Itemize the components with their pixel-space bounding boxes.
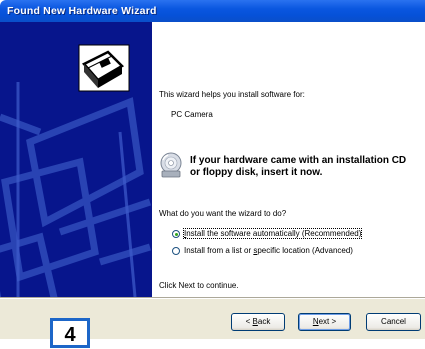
cd-notice-line2: or floppy disk, insert it now. (190, 167, 323, 178)
wizard-banner (0, 22, 152, 297)
wizard-question: What do you want the wizard to do? (159, 209, 287, 218)
intro-text: This wizard helps you install software f… (159, 90, 305, 99)
step-badge: 4 (50, 318, 90, 348)
cancel-button[interactable]: Cancel (366, 313, 421, 331)
option-install-from-list-label[interactable]: Install from a list or specific location… (184, 246, 353, 255)
cd-notice-line1: If your hardware came with an installati… (190, 155, 407, 166)
cd-icon (160, 152, 182, 178)
continue-hint: Click Next to continue. (159, 281, 239, 290)
hardware-card-icon (78, 44, 130, 92)
option-install-automatically-label[interactable]: Install the software automatically (Reco… (182, 228, 363, 239)
divider (0, 297, 425, 299)
next-button[interactable]: Next > (298, 313, 351, 331)
window-title: Found New Hardware Wizard (7, 5, 157, 17)
device-name: PC Camera (171, 110, 213, 119)
radio-install-automatically[interactable] (172, 230, 180, 238)
radio-install-from-list[interactable] (172, 247, 180, 255)
back-button[interactable]: < Back (231, 313, 285, 331)
title-bar[interactable]: Found New Hardware Wizard (0, 0, 425, 22)
